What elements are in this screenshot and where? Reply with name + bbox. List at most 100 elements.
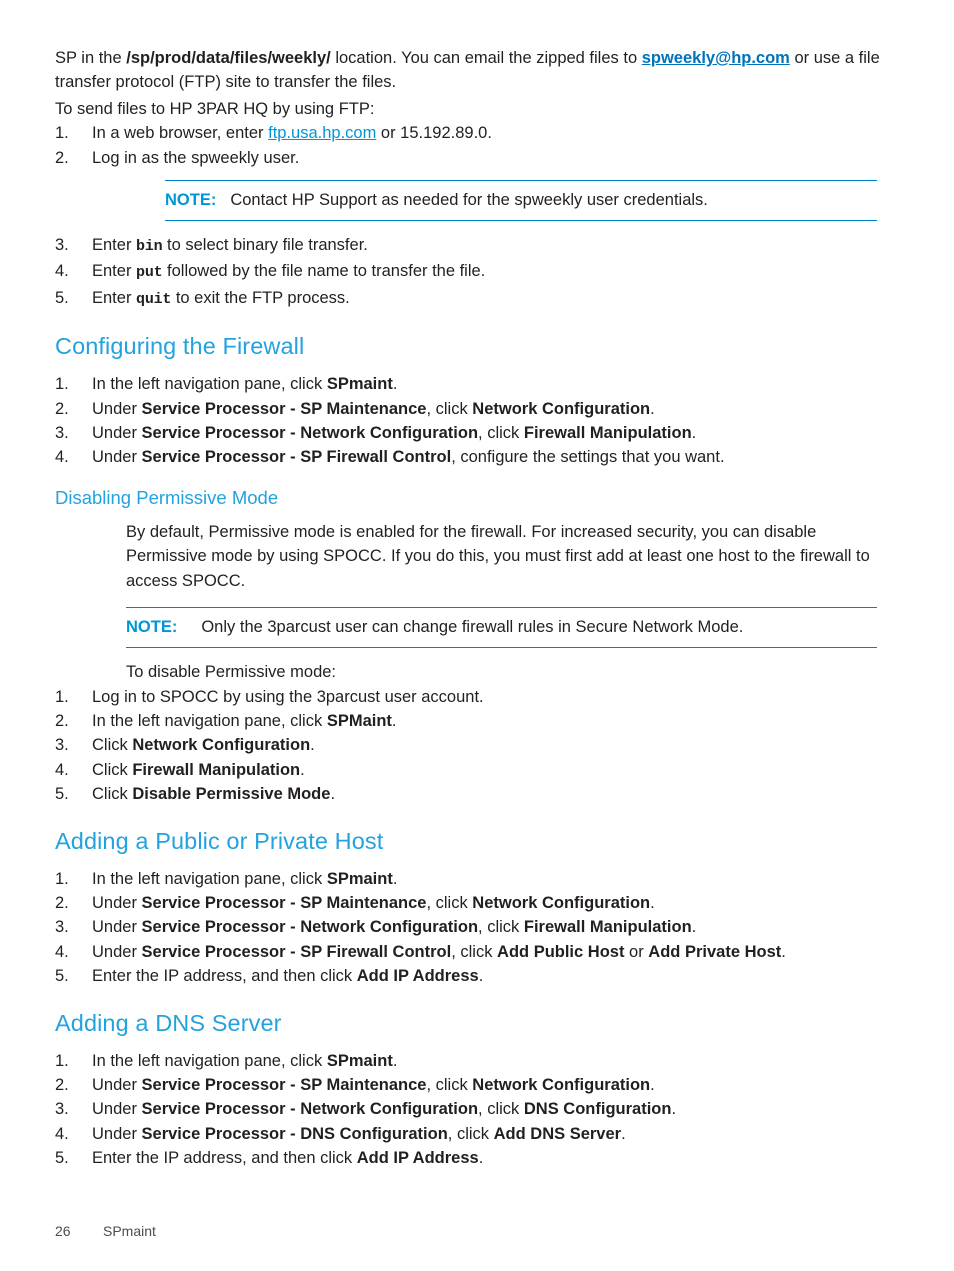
disabling-permissive-body: By default, Permissive mode is enabled f…: [126, 522, 870, 590]
step-text-post: followed by the file name to transfer th…: [162, 262, 486, 281]
step-text-pre: In a web browser, enter: [92, 124, 269, 143]
step-text-pre: Under: [92, 893, 142, 912]
list-item: 2. Under Service Processor - SP Maintenan…: [55, 397, 885, 421]
list-item: 5. Enter the IP address, and then click A…: [55, 964, 885, 988]
list-item: 3. Click Network Configuration.: [55, 733, 885, 757]
step-number: 4.: [55, 760, 69, 779]
step-text-post: .: [391, 711, 397, 730]
list-item: 2. Under Service Processor - SP Maintenan…: [55, 1073, 885, 1097]
step-emphasis-1: Add IP Address: [356, 1149, 479, 1168]
step-text-post: .: [330, 785, 336, 804]
list-item: 4. Under Service Processor - DNS Configur…: [55, 1122, 885, 1146]
list-item: 3. Under Service Processor - Network Conf…: [55, 915, 885, 939]
section-heading-adding-dns-server: Adding a DNS Server: [55, 1009, 282, 1036]
document-page: SP in the /sp/prod/data/files/weekly/ lo…: [0, 0, 954, 1271]
step-text-post: .: [671, 1100, 677, 1119]
footer-chapter-title: SPmaint: [103, 1223, 156, 1239]
step-number: 1.: [55, 869, 69, 888]
step-text-pre: In the left navigation pane, click: [92, 1051, 327, 1070]
configuring-firewall-steps: 1. In the left navigation pane, click SPm…: [55, 372, 885, 470]
step-text-pre: In the left navigation pane, click: [92, 375, 327, 394]
step-text-mid2: or: [624, 942, 649, 961]
step-text-post: or 15.192.89.0.: [376, 124, 492, 143]
step-emphasis-1: Service Processor - Network Configuratio…: [141, 918, 479, 937]
step-emphasis-2: Network Configuration: [472, 399, 651, 418]
step-text-pre: Click: [92, 760, 133, 779]
step-emphasis-1: Service Processor - SP Maintenance: [141, 399, 427, 418]
ftp-lead-in: To send files to HP 3PAR HQ by using FTP…: [55, 99, 375, 118]
spweekly-email-link[interactable]: spweekly@hp.com: [642, 49, 790, 67]
list-item: 1. Log in to SPOCC by using the 3parcust …: [55, 685, 885, 709]
list-item: 5. Enter quit to exit the FTP process.: [55, 286, 885, 312]
step-text-post: .: [691, 918, 697, 937]
ftp-steps-list: 1. In a web browser, enter ftp.usa.hp.com…: [55, 121, 885, 170]
step-emphasis-2: Firewall Manipulation: [523, 918, 692, 937]
step-number: 1.: [55, 124, 69, 143]
step-text-post: .: [478, 967, 484, 986]
ftp-host-link[interactable]: ftp.usa.hp.com: [268, 124, 376, 142]
step-text-post: .: [650, 399, 655, 418]
step-text-mid: , click: [451, 942, 498, 961]
list-item: 4. Click Firewall Manipulation.: [55, 758, 885, 782]
step-emphasis-1: Add IP Address: [356, 967, 479, 986]
step-number: 3.: [55, 424, 69, 443]
list-item: 4. Under Service Processor - SP Firewall …: [55, 445, 885, 469]
step-number: 2.: [55, 148, 69, 167]
section-heading-disabling-permissive-mode: Disabling Permissive Mode: [55, 486, 279, 508]
list-item: 3. Enter bin to select binary file transf…: [55, 233, 885, 259]
weekly-path: /sp/prod/data/files/weekly/: [126, 49, 331, 67]
step-emphasis-1: Disable Permissive Mode: [132, 785, 331, 804]
step-text-pre: Enter: [92, 288, 137, 307]
step-number: 5.: [55, 967, 69, 986]
step-number: 3.: [55, 918, 69, 937]
step-emphasis-2: Network Configuration: [472, 1075, 651, 1094]
step-text-mid: , click: [478, 1100, 524, 1119]
step-text-post: .: [719, 448, 725, 467]
step-text-pre: Under: [92, 424, 142, 443]
step-text-pre: Under: [92, 1124, 142, 1143]
step-emphasis-1: SPMaint: [326, 711, 392, 730]
step-text-pre: Enter: [92, 262, 137, 281]
step-text-post: .: [621, 1124, 626, 1143]
step-number: 2.: [55, 1075, 69, 1094]
step-text-pre: Enter the IP address, and then click: [92, 967, 357, 986]
step-emphasis-1: Service Processor - Network Configuratio…: [141, 1100, 479, 1119]
step-emphasis-2: Add Public Host: [497, 942, 625, 961]
step-emphasis-1: Service Processor - SP Firewall Control: [141, 448, 452, 467]
step-text-pre: In the left navigation pane, click: [92, 711, 327, 730]
intro-paragraph: SP in the /sp/prod/data/files/weekly/ lo…: [55, 46, 885, 95]
section-heading-configuring-firewall: Configuring the Firewall: [55, 333, 305, 360]
step-text-pre: Click: [92, 736, 133, 755]
step-emphasis-1: Service Processor - Network Configuratio…: [141, 424, 479, 443]
step-emphasis-1: Service Processor - SP Maintenance: [141, 1075, 427, 1094]
step-emphasis-2: DNS Configuration: [523, 1100, 672, 1119]
step-emphasis-1: SPmaint: [326, 1051, 393, 1070]
note-text: Only the 3parcust user can change firewa…: [201, 618, 744, 637]
step-number: 3.: [55, 236, 69, 255]
page-footer: 26 SPmaint: [55, 1223, 156, 1239]
step-text-mid: , click: [426, 1075, 473, 1094]
step-text-post: .: [781, 942, 786, 961]
disabling-permissive-steps: 1. Log in to SPOCC by using the 3parcust …: [55, 685, 885, 807]
step-text-pre: Log in to SPOCC by using the 3parcust us…: [92, 687, 484, 706]
list-item: 2. In the left navigation pane, click SPM…: [55, 709, 885, 733]
step-text-post: .: [392, 869, 398, 888]
step-emphasis-1: SPmaint: [326, 869, 393, 888]
list-item: 1. In a web browser, enter ftp.usa.hp.com…: [55, 121, 885, 145]
step-text-mid: , click: [426, 399, 473, 418]
step-number: 5.: [55, 785, 69, 804]
step-emphasis-1: Firewall Manipulation: [132, 760, 301, 779]
note-box-3parcust-secure-mode: NOTE: Only the 3parcust user can change …: [126, 607, 877, 649]
step-number: 2.: [55, 399, 69, 418]
command-code: quit: [136, 290, 172, 308]
step-text-post: .: [392, 1051, 398, 1070]
list-item: 5. Enter the IP address, and then click A…: [55, 1146, 885, 1170]
step-text-post: .: [478, 1149, 484, 1168]
note-bottom-rule: [165, 220, 877, 222]
step-emphasis-3: Add Private Host: [648, 942, 782, 961]
note-bottom-rule: [126, 647, 877, 649]
step-number: 4.: [55, 262, 69, 281]
step-text-mid: , click: [478, 918, 524, 937]
step-emphasis-1: Service Processor - DNS Configuration: [141, 1124, 448, 1143]
list-item: 2. Under Service Processor - SP Maintenan…: [55, 891, 885, 915]
